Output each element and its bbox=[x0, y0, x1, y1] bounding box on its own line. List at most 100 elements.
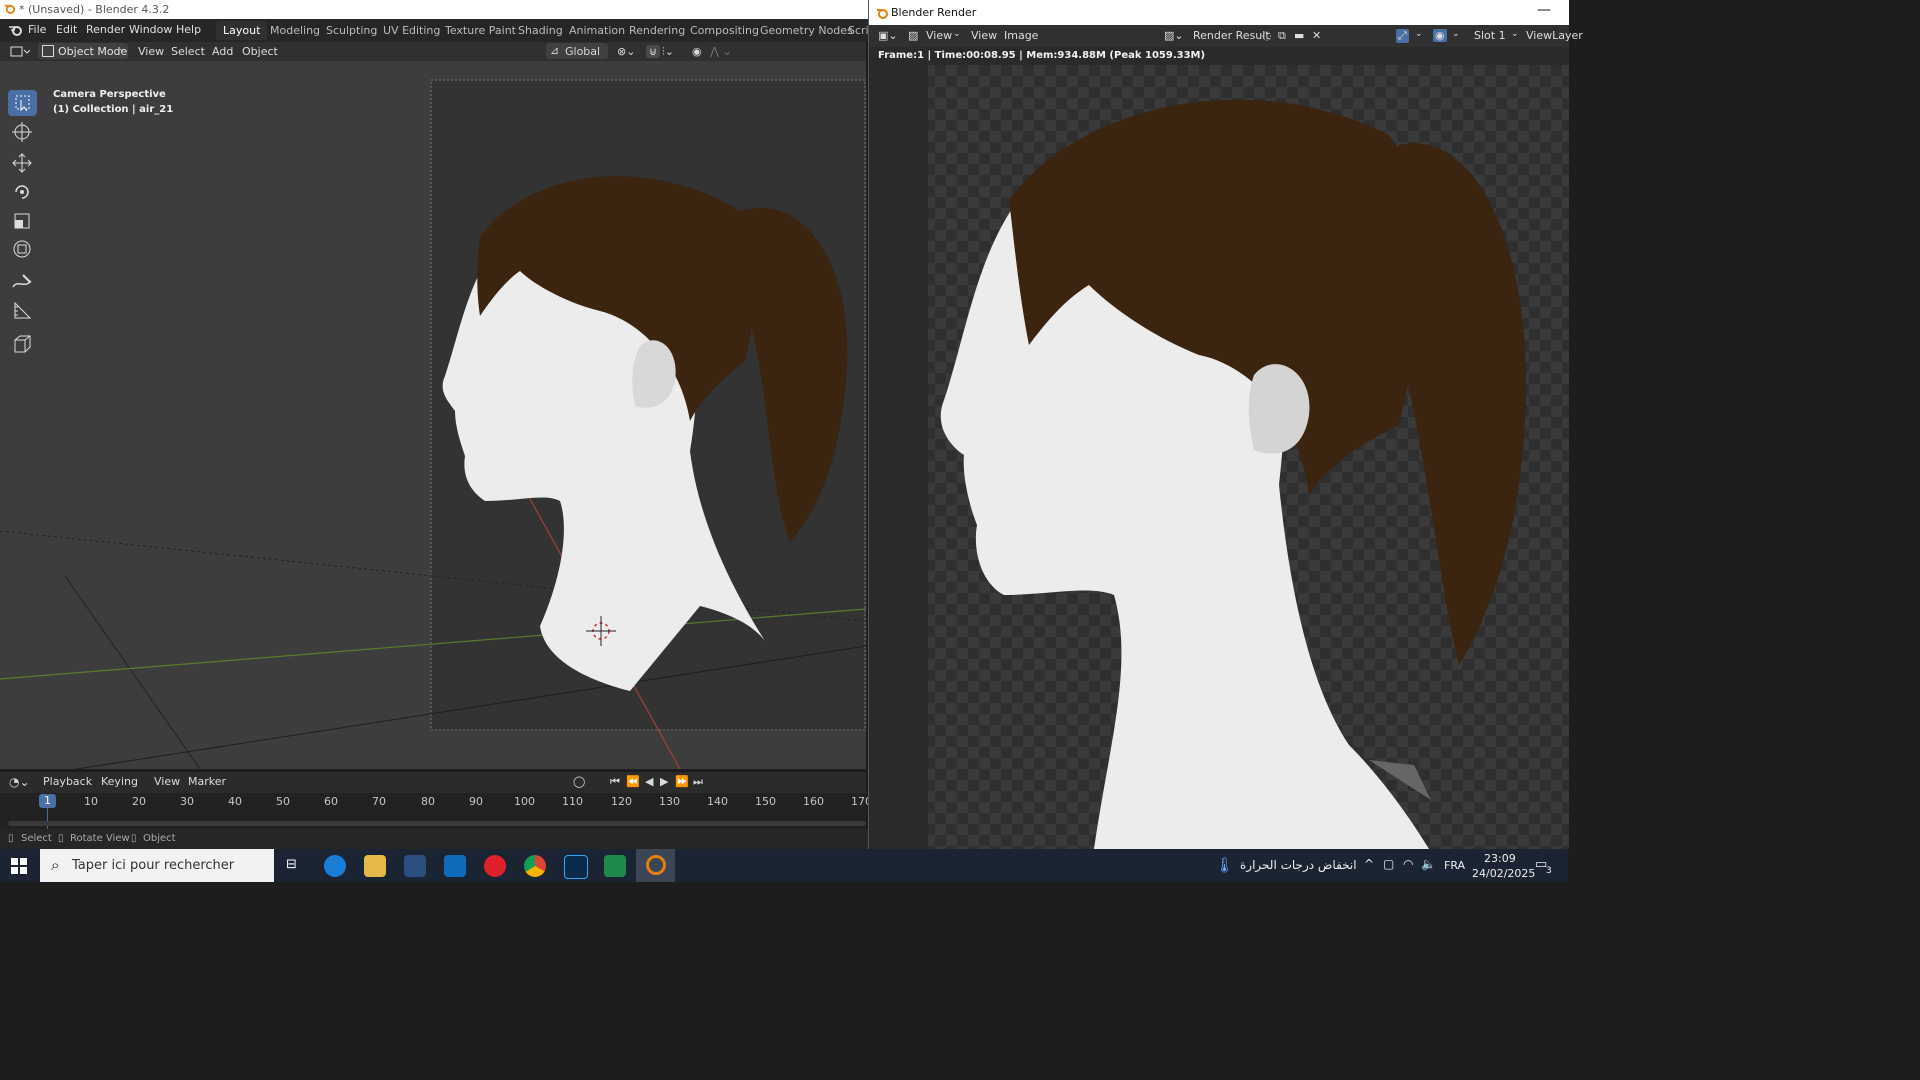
tab-sculpting[interactable]: Sculpting bbox=[319, 21, 384, 40]
timeline-menu-playback[interactable]: Playback bbox=[43, 775, 92, 788]
view-layer-dropdown[interactable]: ViewLayer bbox=[1526, 29, 1583, 42]
viewport-menu-select[interactable]: Select bbox=[171, 45, 205, 58]
render-menu-view-2[interactable]: View bbox=[971, 29, 997, 42]
annotate-icon[interactable] bbox=[8, 269, 37, 295]
overlay-icon[interactable]: ◉ bbox=[1433, 29, 1447, 42]
thermometer-icon[interactable]: 🌡 bbox=[1215, 856, 1234, 874]
measure-icon[interactable] bbox=[8, 298, 37, 324]
play-reverse-icon[interactable]: ◀ bbox=[645, 775, 653, 788]
search-input[interactable]: ⌕ Taper ici pour rechercher bbox=[40, 849, 274, 882]
timeline-scrollbar[interactable] bbox=[8, 821, 866, 826]
falloff-icon[interactable]: ⋀ ⌄ bbox=[710, 45, 732, 58]
clock-time[interactable]: 23:09 bbox=[1484, 852, 1516, 865]
edge-icon[interactable] bbox=[324, 855, 346, 877]
open-folder-icon[interactable]: ▬ bbox=[1294, 29, 1304, 42]
mode-dropdown[interactable]: Object Mode ⌄ bbox=[38, 43, 128, 59]
render-menu-view-1[interactable]: View bbox=[926, 29, 952, 42]
clock-date[interactable]: 24/02/2025 bbox=[1472, 867, 1535, 880]
chrome-icon[interactable] bbox=[524, 855, 546, 877]
language-indicator[interactable]: FRA bbox=[1444, 859, 1465, 872]
viewport-menu-view[interactable]: View bbox=[138, 45, 164, 58]
menu-render[interactable]: Render bbox=[86, 23, 125, 36]
weather-text[interactable]: انخفاض درجات الحرارة bbox=[1240, 858, 1357, 872]
tab-shading[interactable]: Shading bbox=[511, 21, 570, 40]
editor-type-icon[interactable] bbox=[10, 45, 30, 58]
frame-label: 90 bbox=[469, 795, 483, 808]
add-cube-icon[interactable] bbox=[8, 331, 37, 357]
frame-label: 120 bbox=[611, 795, 632, 808]
pivot-icon[interactable]: ⊗⌄ bbox=[617, 45, 635, 58]
menu-help[interactable]: Help bbox=[176, 23, 201, 36]
photoshop-icon[interactable] bbox=[564, 855, 588, 879]
status-select: Select bbox=[21, 833, 52, 844]
blender-menu-icon[interactable] bbox=[8, 24, 22, 36]
orientation-dropdown[interactable]: ⊿ Global bbox=[546, 43, 608, 59]
status-bar: ▯ Select ▯ Rotate View ▯ Object bbox=[0, 829, 868, 849]
duplicate-image-icon[interactable]: ⧉ bbox=[1278, 29, 1286, 43]
jump-end-icon[interactable]: ⏭ bbox=[693, 775, 703, 789]
rotate-icon[interactable] bbox=[8, 179, 37, 205]
render-menu-image[interactable]: Image bbox=[1004, 29, 1038, 42]
3d-viewport[interactable]: Camera Perspective (1) Collection | air_… bbox=[0, 61, 866, 769]
frame-label: 130 bbox=[659, 795, 680, 808]
tab-layout[interactable]: Layout bbox=[216, 21, 268, 40]
timeline-menu-keying[interactable]: Keying bbox=[101, 775, 138, 788]
snap-target-icon[interactable]: ⫶⌄ bbox=[662, 45, 674, 59]
tab-modeling[interactable]: Modeling bbox=[263, 21, 327, 40]
menu-window[interactable]: Window bbox=[129, 23, 172, 36]
prev-keyframe-icon[interactable]: ⏪ bbox=[626, 775, 640, 788]
timeline[interactable]: 1 10 20 30 40 50 60 70 80 90 100 110 120… bbox=[0, 793, 872, 829]
timeline-menu-marker[interactable]: Marker bbox=[188, 775, 226, 788]
tool-shelf bbox=[6, 88, 40, 358]
image-mode-icon[interactable]: ▨ bbox=[908, 29, 918, 42]
opera-icon[interactable] bbox=[484, 855, 506, 877]
slot-dropdown[interactable]: Slot 1 bbox=[1474, 29, 1506, 42]
gizmo-icon[interactable]: ⤢ bbox=[1396, 29, 1409, 43]
chevron-down-icon: ⌄ bbox=[1452, 29, 1460, 39]
frame-label: 60 bbox=[324, 795, 338, 808]
render-result-image[interactable] bbox=[869, 65, 1569, 849]
jump-start-icon[interactable]: ⏮ bbox=[610, 775, 620, 789]
auto-key-icon[interactable]: ◯ bbox=[573, 775, 585, 788]
image-browse-icon[interactable]: ▨⌄ bbox=[1164, 29, 1184, 42]
menu-edit[interactable]: Edit bbox=[56, 23, 77, 36]
render-header: ▣⌄ ▨ View ⌄ View Image ▨⌄ Render Result … bbox=[869, 25, 1583, 47]
frame-label: 20 bbox=[132, 795, 146, 808]
timeline-editor-icon[interactable]: ◔⌄ bbox=[9, 775, 30, 789]
close-image-icon[interactable]: ✕ bbox=[1312, 29, 1321, 42]
blender-taskbar-button[interactable] bbox=[636, 849, 675, 882]
image-editor-type-icon[interactable]: ▣⌄ bbox=[878, 29, 898, 42]
proportional-edit-icon[interactable]: ◉ bbox=[692, 45, 702, 58]
store-icon[interactable] bbox=[404, 855, 426, 877]
frame-label: 160 bbox=[803, 795, 824, 808]
current-frame-indicator[interactable]: 1 bbox=[39, 794, 56, 808]
fake-user-icon[interactable]: ◌ bbox=[1262, 29, 1272, 42]
select-box-icon[interactable] bbox=[8, 90, 37, 116]
tab-rendering[interactable]: Rendering bbox=[622, 21, 692, 40]
volume-icon[interactable]: 🔈 bbox=[1421, 857, 1436, 871]
render-result-name[interactable]: Render Result bbox=[1193, 29, 1270, 42]
viewport-menu-object[interactable]: Object bbox=[242, 45, 278, 58]
play-icon[interactable]: ▶ bbox=[660, 775, 668, 788]
cursor-icon[interactable] bbox=[8, 119, 37, 145]
snap-icon[interactable]: ⊍ bbox=[646, 45, 661, 58]
move-icon[interactable] bbox=[8, 150, 37, 176]
tab-uv-editing[interactable]: UV Editing bbox=[376, 21, 447, 40]
file-explorer-icon[interactable] bbox=[364, 855, 386, 877]
menu-file[interactable]: File bbox=[28, 23, 46, 36]
timeline-menu-view[interactable]: View bbox=[154, 775, 180, 788]
scale-icon[interactable] bbox=[8, 208, 37, 234]
outlook-icon[interactable] bbox=[444, 855, 466, 877]
transform-icon[interactable] bbox=[8, 236, 37, 262]
task-view-icon[interactable]: ⊟ bbox=[286, 857, 297, 872]
windows-start-icon[interactable] bbox=[11, 858, 27, 874]
frame-label: 80 bbox=[421, 795, 435, 808]
wifi-icon[interactable]: ◠ bbox=[1403, 857, 1413, 871]
next-keyframe-icon[interactable]: ⏩ bbox=[675, 775, 689, 788]
maps-app-icon[interactable] bbox=[604, 855, 626, 877]
viewport-overlay-collection: (1) Collection | air_21 bbox=[53, 104, 174, 115]
device-icon[interactable]: ▢ bbox=[1383, 857, 1394, 871]
minimize-button[interactable]: — bbox=[1537, 2, 1551, 18]
viewport-menu-add[interactable]: Add bbox=[212, 45, 233, 58]
chevron-up-icon[interactable]: ^ bbox=[1364, 857, 1374, 871]
